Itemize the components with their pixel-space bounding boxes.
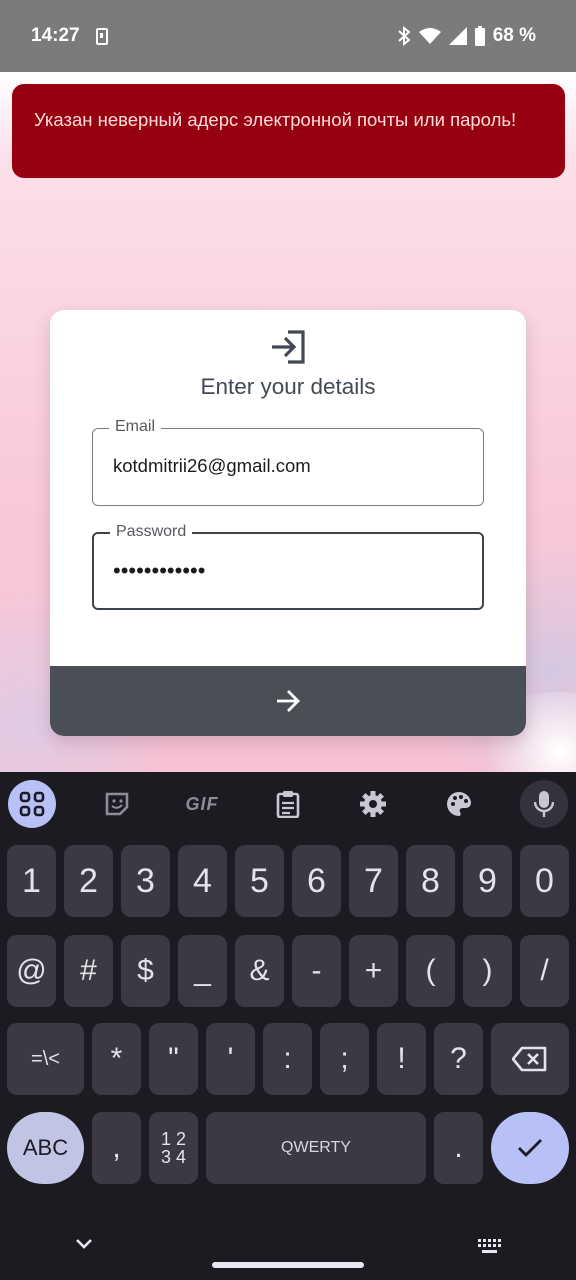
apps-grid-icon[interactable] [8,780,56,828]
key-1[interactable]: 1 [7,845,56,917]
login-screen: Указан неверный адерс электронной почты … [0,72,576,772]
key-period[interactable]: . [434,1112,483,1184]
download-icon [96,28,108,45]
palette-icon[interactable] [435,780,483,828]
email-label: Email [109,418,162,436]
key-slash[interactable]: / [520,935,569,1007]
key-double-quote[interactable]: " [149,1023,198,1095]
email-input[interactable]: kotdmitrii26@gmail.com [113,455,463,477]
bluetooth-icon [398,26,411,46]
home-handle[interactable] [212,1262,364,1268]
battery-icon [474,26,485,46]
key-question[interactable]: ? [434,1023,483,1095]
key-asterisk[interactable]: * [92,1023,141,1095]
gif-button[interactable]: GIF [178,780,226,828]
key-single-quote[interactable]: ' [206,1023,255,1095]
key-minus[interactable]: - [292,935,341,1007]
mic-icon[interactable] [520,780,568,828]
space-key[interactable]: QWERTY [206,1112,426,1184]
arrow-right-icon [277,690,300,712]
sticker-icon[interactable] [93,780,141,828]
status-icons: 68 % [397,25,536,47]
numpad-top: 1 2 [160,1129,187,1149]
key-2[interactable]: 2 [64,845,113,917]
wifi-icon [418,28,441,44]
key-underscore[interactable]: _ [178,935,227,1007]
email-field[interactable]: Email kotdmitrii26@gmail.com [92,418,484,506]
key-5[interactable]: 5 [235,845,284,917]
password-field[interactable]: Password •••••••••••• [92,523,484,610]
key-open-paren[interactable]: ( [406,935,455,1007]
keyboard-switch-icon[interactable] [476,1237,504,1255]
key-6[interactable]: 6 [292,845,341,917]
key-hash[interactable]: # [64,935,113,1007]
numpad-bottom: 3 4 [160,1147,187,1167]
keyboard: GIF 1 2 3 4 5 6 7 8 9 0 @ # $ _ & - + ( … [0,772,576,1280]
error-banner: Указан неверный адерс электронной почты … [12,84,565,178]
card-title: Enter your details [200,374,376,399]
chevron-down-icon[interactable] [74,1238,94,1250]
battery-percent: 68 % [492,25,536,46]
login-icon [272,330,305,364]
key-exclamation[interactable]: ! [377,1023,426,1095]
key-4[interactable]: 4 [178,845,227,917]
numpad-key[interactable]: 1 2 3 4 [149,1112,198,1184]
backspace-icon [512,1046,547,1072]
key-colon[interactable]: : [263,1023,312,1095]
submit-button[interactable] [50,666,526,736]
key-8[interactable]: 8 [406,845,455,917]
login-card: Enter your details Email kotdmitrii26@gm… [50,310,526,736]
navigation-bar [0,1212,576,1280]
backspace-key[interactable] [491,1023,569,1095]
key-dollar[interactable]: $ [121,935,170,1007]
key-9[interactable]: 9 [463,845,512,917]
key-at[interactable]: @ [7,935,56,1007]
enter-key[interactable] [491,1112,569,1184]
error-message: Указан неверный адерс электронной почты … [34,109,517,130]
password-input[interactable]: •••••••••••• [113,558,463,584]
gear-icon[interactable] [349,780,397,828]
status-time: 14:27 [31,25,80,46]
key-close-paren[interactable]: ) [463,935,512,1007]
keyboard-toolbar: GIF [0,772,576,834]
key-more-symbols[interactable]: =\< [7,1023,84,1095]
check-icon [518,1139,542,1157]
clipboard-icon[interactable] [264,780,312,828]
abc-key[interactable]: ABC [7,1112,84,1184]
key-plus[interactable]: + [349,935,398,1007]
key-7[interactable]: 7 [349,845,398,917]
password-label: Password [110,523,193,541]
key-ampersand[interactable]: & [235,935,284,1007]
signal-icon [448,27,467,45]
key-semicolon[interactable]: ; [320,1023,369,1095]
status-bar: 14:27 68 % [0,0,576,72]
key-comma[interactable]: , [92,1112,141,1184]
key-0[interactable]: 0 [520,845,569,917]
key-3[interactable]: 3 [121,845,170,917]
